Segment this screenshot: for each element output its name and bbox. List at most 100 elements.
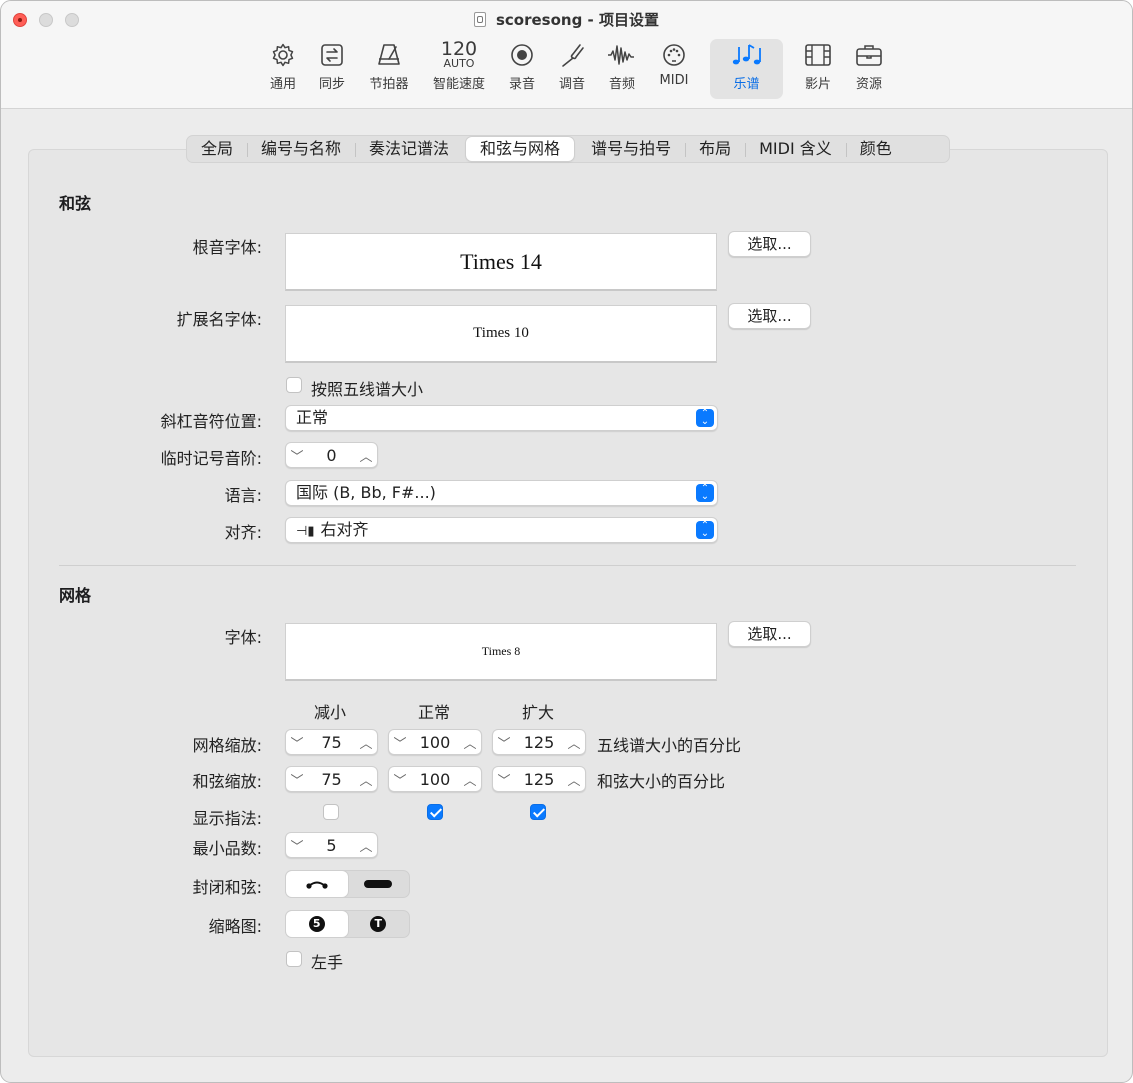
- tab-numbers-names[interactable]: 编号与名称: [247, 137, 355, 161]
- grid-font-preview: Times 8: [285, 623, 717, 681]
- grid-scale-reduced-stepper[interactable]: ﹀ 75 ︿: [285, 729, 378, 755]
- language-select[interactable]: 国际 (B, Bb, F#...) ⌃ ⌄: [285, 480, 718, 506]
- column-reduced: 减小: [314, 703, 347, 722]
- left-hand-checkbox[interactable]: [286, 951, 302, 967]
- tab-clefs-signatures[interactable]: 谱号与拍号: [577, 137, 685, 161]
- window-title: scoresong - 项目设置: [495, 11, 659, 29]
- alignment-select[interactable]: ⊣▮ 右对齐 ⌃ ⌄: [285, 517, 718, 543]
- grid-scale-label: 网格缩放:: [192, 736, 262, 755]
- chevron-up-icon[interactable]: ︿: [355, 446, 377, 465]
- thumb-number-option[interactable]: 5: [286, 911, 348, 937]
- toolbar-smart-tempo[interactable]: 120 AUTO 智能速度: [428, 39, 490, 99]
- staff-size-label: 按照五线谱大小: [311, 380, 424, 399]
- chevron-down-icon[interactable]: ﹀: [389, 733, 411, 752]
- grid-scale-enlarged-value: 125: [523, 732, 555, 752]
- thumb-label: 缩略图:: [208, 917, 262, 936]
- language-label: 语言:: [224, 486, 262, 505]
- arc-barre-icon: [306, 881, 328, 889]
- chevron-down-icon[interactable]: ﹀: [493, 770, 515, 789]
- chord-scale-enlarged-stepper[interactable]: ﹀ 125 ︿: [492, 766, 586, 792]
- tempo-icon: 120 AUTO: [428, 39, 490, 71]
- tuning-fork-icon: [555, 39, 589, 71]
- section-divider: [59, 565, 1076, 566]
- slash-position-label: 斜杠音符位置:: [160, 412, 262, 431]
- tab-midi-meaning[interactable]: MIDI 含义: [745, 137, 846, 161]
- fingering-enlarged-checkbox[interactable]: [530, 804, 546, 820]
- toolbar-record[interactable]: 录音: [505, 39, 539, 99]
- tab-layout[interactable]: 布局: [685, 137, 745, 161]
- chord-scale-reduced-stepper[interactable]: ﹀ 75 ︿: [285, 766, 378, 792]
- thumb-letter-option[interactable]: T: [348, 911, 410, 937]
- film-icon: [801, 39, 835, 71]
- tab-notation[interactable]: 奏法记谱法: [355, 137, 463, 161]
- chevron-down-icon[interactable]: ﹀: [286, 446, 308, 465]
- grid-font-label: 字体:: [224, 628, 262, 647]
- chord-scale-normal-stepper[interactable]: ﹀ 100 ︿: [388, 766, 482, 792]
- slash-position-select[interactable]: 正常 ⌃ ⌄: [285, 405, 718, 431]
- toolbar-midi[interactable]: MIDI: [656, 39, 692, 99]
- chevron-up-icon[interactable]: ︿: [355, 733, 377, 752]
- chevron-down-icon[interactable]: ﹀: [286, 733, 308, 752]
- fingering-normal-checkbox[interactable]: [427, 804, 443, 820]
- toolbar-label: MIDI: [659, 73, 689, 88]
- toolbar-tuning[interactable]: 调音: [555, 39, 589, 99]
- chord-scale-suffix: 和弦大小的百分比: [597, 772, 726, 791]
- toolbar-audio[interactable]: 音频: [605, 39, 639, 99]
- fingering-reduced-checkbox[interactable]: [323, 804, 339, 820]
- toolbar-label: 影片: [804, 77, 831, 92]
- align-right-icon: ⊣▮: [296, 524, 315, 539]
- tab-chords-grids[interactable]: 和弦与网格: [466, 137, 575, 161]
- tab-colors[interactable]: 颜色: [845, 137, 906, 161]
- barre-label: 封闭和弦:: [192, 878, 262, 897]
- chevron-down-icon[interactable]: ﹀: [286, 836, 308, 855]
- alignment-label: 对齐:: [224, 523, 262, 542]
- chevron-down-icon[interactable]: ﹀: [493, 733, 515, 752]
- chevron-up-icon[interactable]: ︿: [459, 733, 481, 752]
- toolbar-score[interactable]: 乐谱: [710, 39, 783, 99]
- grid-scale-reduced-value: 75: [321, 732, 342, 752]
- barre-arc-option[interactable]: [286, 871, 348, 897]
- grid-scale-suffix: 五线谱大小的百分比: [597, 736, 742, 755]
- tab-global[interactable]: 全局: [187, 137, 247, 161]
- chevron-down-icon[interactable]: ﹀: [389, 770, 411, 789]
- chevron-up-icon[interactable]: ︿: [355, 770, 377, 789]
- tempo-bpm-value: 120: [440, 38, 478, 60]
- chevron-up-icon[interactable]: ︿: [563, 770, 585, 789]
- ext-font-choose-button[interactable]: 选取...: [728, 303, 811, 329]
- waveform-icon: [605, 39, 639, 71]
- toolbar-movie[interactable]: 影片: [801, 39, 835, 99]
- chevron-down-icon[interactable]: ﹀: [286, 770, 308, 789]
- toolbar-assets[interactable]: 资源: [852, 39, 886, 99]
- grid-scale-normal-stepper[interactable]: ﹀ 100 ︿: [388, 729, 482, 755]
- toolbar-sync[interactable]: 同步: [315, 39, 349, 99]
- chevron-up-icon[interactable]: ︿: [563, 733, 585, 752]
- accidental-scale-stepper[interactable]: ﹀ 0 ︿: [285, 442, 378, 468]
- title-bar: scoresong - 项目设置 通用 同步 节拍器 120 AUTO 智能速度…: [1, 1, 1132, 109]
- chevron-up-down-icon: ⌃ ⌄: [696, 521, 714, 539]
- barre-bar-option[interactable]: [348, 871, 410, 897]
- midi-port-icon: [656, 39, 692, 71]
- tab-bar: 全局 编号与名称 奏法记谱法 和弦与网格 谱号与拍号 布局 MIDI 含义 颜色: [186, 135, 950, 163]
- column-normal: 正常: [418, 703, 451, 722]
- root-font-preview: Times 14: [285, 233, 717, 291]
- language-value: 国际 (B, Bb, F#...): [296, 483, 436, 502]
- chord-scale-label: 和弦缩放:: [192, 772, 262, 791]
- root-font-choose-button[interactable]: 选取...: [728, 231, 811, 257]
- grid-font-choose-button[interactable]: 选取...: [728, 621, 811, 647]
- toolbar-general[interactable]: 通用: [266, 39, 300, 99]
- min-frets-value: 5: [326, 835, 337, 855]
- min-frets-stepper[interactable]: ﹀ 5 ︿: [285, 832, 378, 858]
- chevron-up-icon[interactable]: ︿: [459, 770, 481, 789]
- toolbar-label: 音频: [608, 77, 635, 92]
- toolbar-metronome[interactable]: 节拍器: [365, 39, 413, 99]
- chevron-up-icon[interactable]: ︿: [355, 836, 377, 855]
- chevron-up-down-icon: ⌃ ⌄: [696, 484, 714, 502]
- grid-scale-enlarged-stepper[interactable]: ﹀ 125 ︿: [492, 729, 586, 755]
- score-notes-icon: [710, 39, 783, 71]
- project-settings-window: scoresong - 项目设置 通用 同步 节拍器 120 AUTO 智能速度…: [0, 0, 1133, 1083]
- briefcase-icon: [852, 39, 886, 71]
- thumb-letter-icon: T: [370, 916, 387, 932]
- staff-size-checkbox[interactable]: [286, 377, 302, 393]
- left-hand-label: 左手: [311, 953, 344, 972]
- column-enlarged: 扩大: [522, 703, 555, 722]
